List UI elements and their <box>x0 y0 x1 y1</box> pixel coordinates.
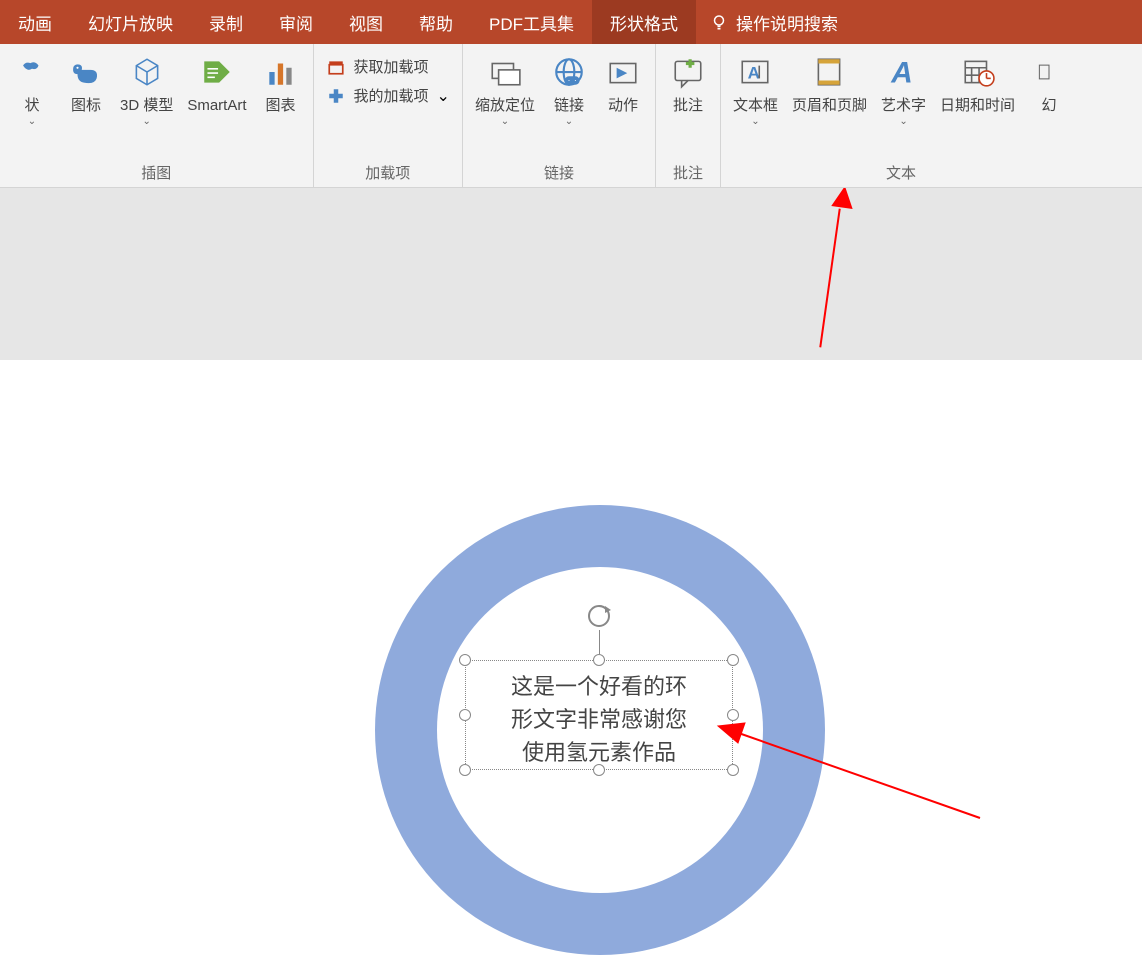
group-label-addins: 加载项 <box>320 160 456 185</box>
shapes-button[interactable]: 状 ⌄ <box>6 48 58 131</box>
group-label-comment: 批注 <box>662 160 714 185</box>
ribbon-group-links: 缩放定位 ⌄ 链接 ⌄ <box>463 44 656 187</box>
shapes-icon <box>19 59 45 85</box>
rotate-handle[interactable] <box>585 602 613 630</box>
chevron-down-icon: ⌄ <box>437 86 450 106</box>
chart-icon <box>264 55 298 89</box>
chevron-down-icon: ⌄ <box>565 116 573 127</box>
annotation-arrow-top <box>770 188 890 348</box>
tab-view[interactable]: 视图 <box>331 0 401 44</box>
cube-icon <box>130 55 164 89</box>
comment-icon <box>671 55 705 89</box>
addin-icon <box>327 87 345 105</box>
datetime-button[interactable]: 日期和时间 <box>934 48 1021 120</box>
resize-handle-bc[interactable] <box>593 764 605 776</box>
ribbon-group-comment: 批注 批注 <box>656 44 721 187</box>
comment-button[interactable]: 批注 <box>662 48 714 120</box>
textbox-selection[interactable]: 这是一个好看的环 形文字非常感谢您 使用氢元素作品 <box>465 660 733 770</box>
chevron-down-icon: ⌄ <box>28 116 36 127</box>
action-button[interactable]: 动作 <box>597 48 649 120</box>
get-addins-button[interactable]: 获取加载项 <box>326 56 450 77</box>
resize-handle-bl[interactable] <box>459 764 471 776</box>
models3d-button[interactable]: 3D 模型 ⌄ <box>114 48 179 131</box>
search-help[interactable]: 操作说明搜索 <box>696 10 852 35</box>
tab-shape-format[interactable]: 形状格式 <box>592 0 696 44</box>
my-addins-button[interactable]: 我的加载项 ⌄ <box>326 85 450 106</box>
smartart-button[interactable]: SmartArt <box>181 48 252 120</box>
canvas-area: 这是一个好看的环 形文字非常感谢您 使用氢元素作品 <box>0 188 1142 971</box>
chart-button[interactable]: 图表 <box>255 48 307 120</box>
chevron-down-icon: ⌄ <box>751 116 759 127</box>
headerfooter-icon <box>812 55 846 89</box>
tab-record[interactable]: 录制 <box>191 0 261 44</box>
tab-review[interactable]: 审阅 <box>261 0 331 44</box>
link-button[interactable]: 链接 ⌄ <box>543 48 595 131</box>
textbox-icon: A <box>738 55 772 89</box>
resize-handle-tl[interactable] <box>459 654 471 666</box>
svg-text:A: A <box>890 57 913 89</box>
group-label-text: 文本 <box>727 160 1075 185</box>
search-help-label: 操作说明搜索 <box>736 10 838 35</box>
svg-text:A: A <box>748 63 760 82</box>
slidenum-button[interactable]: 幻 <box>1023 48 1075 120</box>
headerfooter-button[interactable]: 页眉和页脚 <box>786 48 873 120</box>
smartart-icon <box>200 55 234 89</box>
tab-slideshow[interactable]: 幻灯片放映 <box>70 0 191 44</box>
chevron-down-icon: ⌄ <box>899 116 907 127</box>
wordart-icon: A <box>887 55 921 89</box>
chevron-down-icon: ⌄ <box>501 116 509 127</box>
link-icon <box>552 55 586 89</box>
icons-button[interactable]: 图标 <box>60 48 112 120</box>
ribbon: 状 ⌄ 图标 3D 模型 <box>0 44 1142 188</box>
ribbon-group-text: A 文本框 ⌄ 页眉和页脚 <box>721 44 1081 187</box>
tab-help[interactable]: 帮助 <box>401 0 471 44</box>
tab-pdf[interactable]: PDF工具集 <box>471 0 592 44</box>
ribbon-group-addins: 获取加载项 我的加载项 ⌄ 加载项 <box>314 44 463 187</box>
annotation-arrow-right <box>700 628 1000 828</box>
datetime-icon <box>961 55 995 89</box>
textbox-button[interactable]: A 文本框 ⌄ <box>727 48 784 131</box>
resize-handle-tc[interactable] <box>593 654 605 666</box>
store-icon <box>327 58 345 76</box>
resize-handle-ml[interactable] <box>459 709 471 721</box>
textbox-content[interactable]: 这是一个好看的环 形文字非常感谢您 使用氢元素作品 <box>465 660 733 770</box>
tab-animation[interactable]: 动画 <box>0 0 70 44</box>
rotate-connector <box>599 630 600 654</box>
lightbulb-icon <box>710 13 728 31</box>
duck-icon <box>69 55 103 89</box>
chevron-down-icon: ⌄ <box>142 116 150 127</box>
tab-bar: 动画 幻灯片放映 录制 审阅 视图 帮助 PDF工具集 形状格式 操作说明搜索 <box>0 0 1142 44</box>
action-icon <box>606 55 640 89</box>
group-label-insert: 插图 <box>6 160 307 185</box>
group-label-links: 链接 <box>469 160 649 185</box>
zoom-button[interactable]: 缩放定位 ⌄ <box>469 48 541 131</box>
zoom-icon <box>488 55 522 89</box>
wordart-button[interactable]: A 艺术字 ⌄ <box>875 48 932 131</box>
number-icon <box>1038 55 1060 89</box>
ribbon-group-insert: 状 ⌄ 图标 3D 模型 <box>0 44 314 187</box>
